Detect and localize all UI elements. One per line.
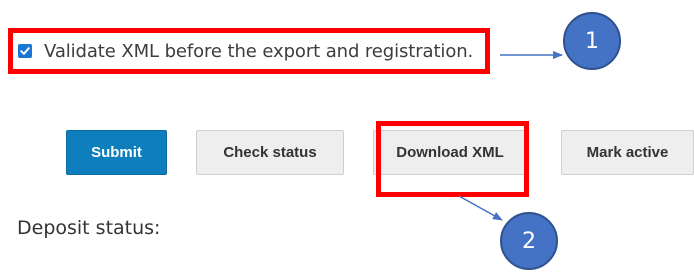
check-status-button[interactable]: Check status: [196, 130, 344, 175]
submit-button[interactable]: Submit: [66, 130, 167, 175]
validate-xml-option[interactable]: Validate XML before the export and regis…: [18, 35, 473, 67]
callout-marker-2: 2: [500, 212, 558, 270]
checkmark-icon: [20, 47, 30, 55]
validate-xml-checkbox[interactable]: [18, 44, 32, 58]
download-xml-button[interactable]: Download XML: [373, 130, 527, 175]
mark-active-button[interactable]: Mark active: [561, 130, 694, 175]
validate-xml-label: Validate XML before the export and regis…: [44, 40, 474, 62]
deposit-status-label: Deposit status:: [17, 217, 161, 239]
arrow-to-marker-2: [458, 195, 503, 221]
callout-marker-1: 1: [563, 12, 621, 70]
